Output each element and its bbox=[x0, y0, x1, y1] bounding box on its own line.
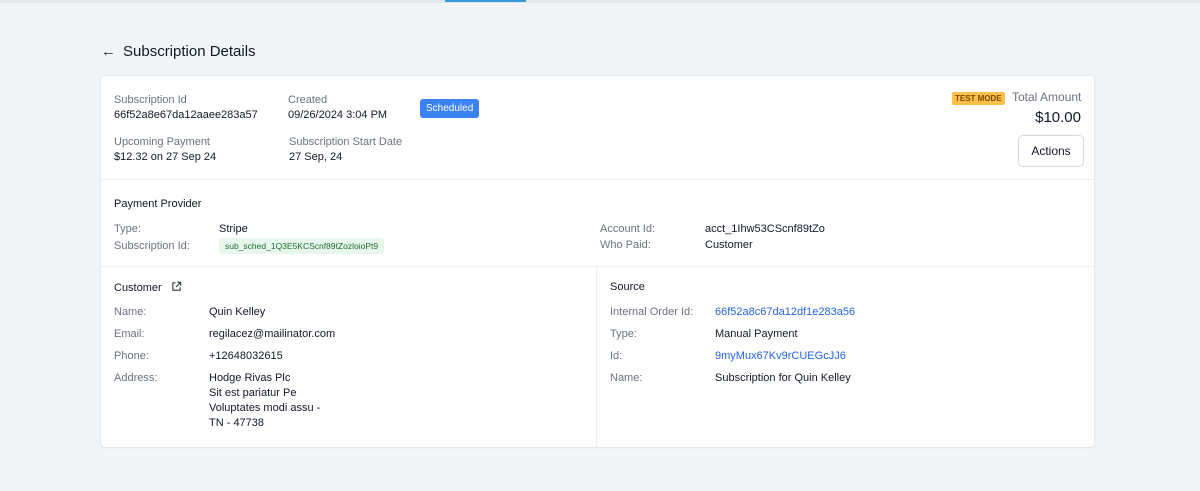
customer-title: Customer bbox=[114, 281, 162, 294]
arrow-left-icon[interactable]: ← bbox=[101, 44, 116, 59]
customer-address-row: Address: Hodge Rivas Plc Sit est pariatu… bbox=[114, 371, 320, 431]
source-id-label: Id: bbox=[610, 350, 623, 362]
account-id-value: acct_1Ihw53CScnf89tZo bbox=[705, 223, 825, 235]
source-type-row: Type: Manual Payment bbox=[610, 328, 798, 340]
subscription-id-field: Subscription Id 66f52a8e67da12aaee283a57 bbox=[114, 94, 258, 121]
active-tab-indicator bbox=[445, 0, 526, 2]
payment-provider-section: Payment Provider Type: Stripe Subscripti… bbox=[101, 180, 1094, 267]
customer-email-label: Email: bbox=[114, 328, 145, 340]
internal-order-row: Internal Order Id: 66f52a8c67da12df1e283… bbox=[610, 306, 855, 318]
provider-subscription-id-chip: sub_sched_1Q3E5KCScnf89tZozloioPt9 bbox=[219, 238, 385, 254]
start-date-value: 27 Sep, 24 bbox=[289, 151, 343, 163]
address-line: TN - 47738 bbox=[209, 417, 265, 429]
upcoming-payment-label: Upcoming Payment bbox=[114, 136, 210, 148]
address-line: Hodge Rivas Plc bbox=[209, 372, 291, 384]
account-id-row: Account Id: acct_1Ihw53CScnf89tZo bbox=[600, 223, 825, 235]
start-date-label: Subscription Start Date bbox=[289, 136, 403, 148]
test-mode-badge: TEST MODE bbox=[952, 92, 1005, 105]
customer-phone-value: +12648032615 bbox=[209, 350, 283, 362]
provider-subscription-id-row: Subscription Id: sub_sched_1Q3E5KCScnf89… bbox=[114, 238, 385, 254]
actions-button[interactable]: Actions bbox=[1018, 135, 1084, 167]
who-paid-label: Who Paid: bbox=[600, 239, 651, 251]
source-name-label: Name: bbox=[610, 372, 643, 384]
subscription-card: Subscription Id 66f52a8e67da12aaee283a57… bbox=[101, 76, 1094, 447]
customer-name-row: Name: Quin Kelley bbox=[114, 306, 265, 318]
source-title: Source bbox=[610, 281, 645, 293]
external-link-icon[interactable] bbox=[171, 281, 182, 295]
provider-type-row: Type: Stripe bbox=[114, 223, 248, 235]
source-type-label: Type: bbox=[610, 328, 637, 340]
created-value: 09/26/2024 3:04 PM bbox=[288, 109, 388, 121]
source-id-row: Id: 9myMux67Kv9rCUEGcJJ6 bbox=[610, 350, 846, 362]
page-title: Subscription Details bbox=[123, 43, 256, 60]
total-amount-label: Total Amount bbox=[1012, 90, 1082, 104]
status-badge: Scheduled bbox=[420, 99, 480, 118]
subscription-summary: Subscription Id 66f52a8e67da12aaee283a57… bbox=[101, 76, 1094, 180]
address-line: Sit est pariatur Pe bbox=[209, 387, 297, 399]
subscription-id-value: 66f52a8e67da12aaee283a57 bbox=[114, 109, 258, 121]
source-section: Source Internal Order Id: 66f52a8c67da12… bbox=[597, 267, 1094, 447]
customer-email-value: regilacez@mailinator.com bbox=[209, 328, 336, 340]
subscription-id-label: Subscription Id bbox=[114, 94, 187, 106]
source-name-row: Name: Subscription for Quin Kelley bbox=[610, 372, 851, 384]
provider-type-label: Type: bbox=[114, 223, 141, 235]
payment-provider-title: Payment Provider bbox=[114, 198, 202, 210]
source-id-link[interactable]: 9myMux67Kv9rCUEGcJJ6 bbox=[715, 350, 846, 362]
customer-name-label: Name: bbox=[114, 306, 147, 318]
account-id-label: Account Id: bbox=[600, 223, 656, 235]
provider-subscription-id-label: Subscription Id: bbox=[114, 240, 190, 252]
created-label: Created bbox=[288, 94, 328, 106]
customer-email-row: Email: regilacez@mailinator.com bbox=[114, 328, 335, 340]
provider-type-value: Stripe bbox=[219, 223, 248, 235]
page-header: ← Subscription Details bbox=[101, 43, 256, 60]
created-field: Created 09/26/2024 3:04 PM bbox=[288, 94, 387, 121]
who-paid-value: Customer bbox=[705, 239, 753, 251]
who-paid-row: Who Paid: Customer bbox=[600, 239, 753, 251]
address-line: Voluptates modi assu - bbox=[209, 402, 321, 414]
customer-address-block: Hodge Rivas Plc Sit est pariatur Pe Volu… bbox=[209, 371, 320, 431]
customer-phone-row: Phone: +12648032615 bbox=[114, 350, 283, 362]
internal-order-link[interactable]: 66f52a8c67da12df1e283a56 bbox=[715, 306, 855, 318]
start-date-field: Subscription Start Date 27 Sep, 24 bbox=[289, 136, 402, 163]
source-name-value: Subscription for Quin Kelley bbox=[715, 372, 851, 384]
source-type-value: Manual Payment bbox=[715, 328, 798, 340]
upcoming-payment-field: Upcoming Payment $12.32 on 27 Sep 24 bbox=[114, 136, 216, 163]
customer-section: Customer Name: Quin Kelley Email: regila… bbox=[101, 267, 597, 447]
customer-name-value: Quin Kelley bbox=[209, 306, 266, 318]
customer-title-wrap: Customer bbox=[114, 281, 182, 295]
internal-order-label: Internal Order Id: bbox=[610, 306, 694, 318]
customer-address-label: Address: bbox=[114, 372, 158, 384]
total-amount-value: $10.00 bbox=[1035, 109, 1081, 126]
upcoming-payment-value: $12.32 on 27 Sep 24 bbox=[114, 151, 217, 163]
customer-phone-label: Phone: bbox=[114, 350, 149, 362]
top-nav-bar bbox=[0, 0, 1200, 3]
